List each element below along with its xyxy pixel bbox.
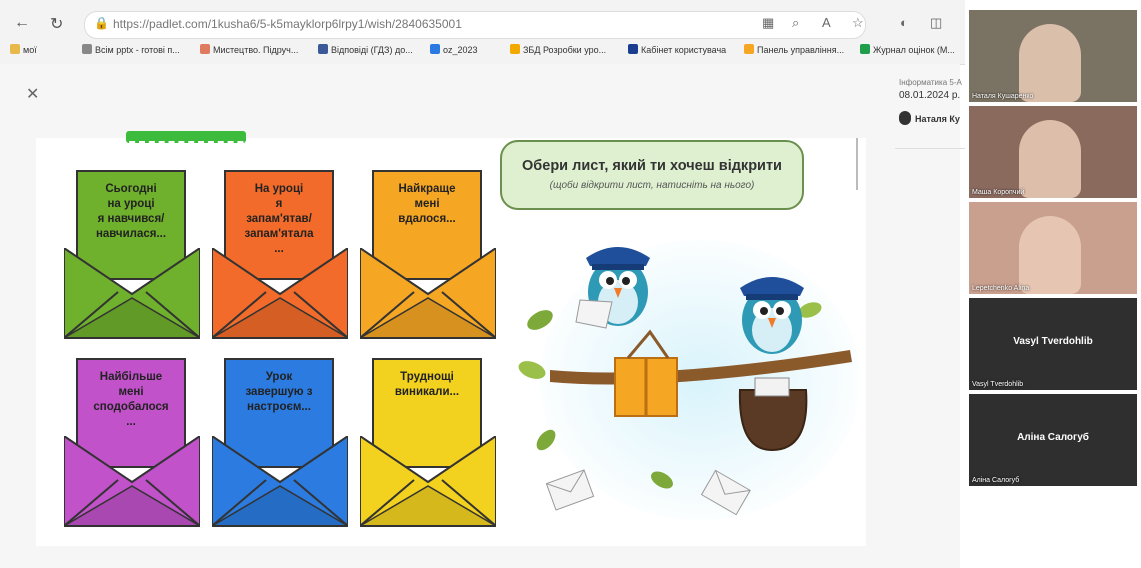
speech-bubble: Обери лист, який ти хочеш відкрити (щоби… [500,140,804,210]
bookmark-favicon-icon [82,44,92,54]
envelope-card[interactable]: На уроці я запам'ятав/ запам'ятала ... [212,170,348,340]
bookmark-label: Журнал оцінок (М... [873,45,955,55]
post-date: 08.01.2024 р. [899,90,961,101]
envelope-label: Найбільше мені сподобалося ... [93,371,169,428]
envelope-label: Труднощі виникали... [394,371,460,398]
envelope-icon [212,436,348,527]
envelope-icon [360,248,496,339]
bookmark-favicon-icon [10,44,20,54]
bookmarks-bar: мої Всім pptx - готові п... Мистецтво. Під… [0,40,960,62]
envelope-card[interactable]: Сьогодні на уроці я навчився/ навчилася.… [64,170,200,340]
bookmark-item[interactable]: Кабінет користувача [628,44,726,55]
split-screen-icon[interactable]: ◫ [930,15,942,31]
address-bar[interactable]: 🔒 https://padlet.com/1kusha6/5-k5mayklor… [84,11,866,39]
participant-tile[interactable]: Lepetchenko Alina [969,202,1137,294]
participant-name: Наталя Кушаренко [972,93,1034,100]
envelope-card[interactable]: Урок завершую з настроєм... [212,358,348,528]
bubble-title: Обери лист, який ти хочеш відкрити [522,158,782,174]
envelope-icon [212,248,348,339]
post-author: Наталя Ку [915,114,960,124]
bookmark-favicon-icon [860,44,870,54]
extension-icon[interactable]: ◐ [900,15,908,30]
postman-birds-illustration [518,240,860,520]
bookmark-favicon-icon [318,44,328,54]
envelope-icon [64,248,200,339]
read-aloud-icon[interactable]: A [822,15,831,30]
participant-video [1019,120,1081,198]
envelope-card[interactable]: Труднощі виникали... [360,358,496,528]
bookmark-label: ЗБД Розробки уро... [523,45,607,55]
back-icon[interactable]: ← [14,14,30,32]
bookmark-favicon-icon [628,44,638,54]
participant-center-name: Vasyl Tverdohlib [1013,336,1093,347]
participant-video [1019,24,1081,102]
reader-icon[interactable]: ▦ [762,15,774,31]
participant-tile[interactable]: Аліна Салогуб Аліна Салогуб [969,394,1137,486]
participant-tile[interactable]: Vasyl Tverdohlib Vasyl Tverdohlib [969,298,1137,390]
reload-icon[interactable]: ↻ [50,14,63,34]
envelope-card[interactable]: Найкраще мені вдалося... [360,170,496,340]
post-info-panel: Інформатика 5-А 08.01.2024 р. Наталя Ку [895,78,965,158]
participant-video [1019,216,1081,294]
bookmark-label: oz_2023 [443,45,478,55]
bubble-subtitle: (щоби відкрити лист, натисніть на нього) [549,180,755,191]
bookmark-label: Кабінет користувача [641,45,727,55]
bookmark-favicon-icon [510,44,520,54]
bookmark-item[interactable]: oz_2023 [430,44,478,55]
bookmark-label: Відповіді (ГДЗ) до... [331,45,413,55]
video-participants-column: Наталя Кушаренко Маша Коропчий Lepetchenko… [965,0,1141,568]
bookmark-item[interactable]: Журнал оцінок (М... [860,44,955,55]
participant-tile[interactable]: Наталя Кушаренко [969,10,1137,102]
title-strip [126,131,246,143]
envelope-label: Урок завершую з настроєм... [245,371,313,413]
bookmark-favicon-icon [744,44,754,54]
bookmark-favicon-icon [200,44,210,54]
bookmark-item[interactable]: Відповіді (ГДЗ) до... [318,44,413,55]
avatar [899,111,911,125]
envelope-label: Найкраще мені вдалося... [398,183,456,225]
bookmark-label: Панель управління... [757,45,845,55]
bookmark-item[interactable]: ЗБД Розробки уро... [510,44,606,55]
zoom-icon[interactable]: ⌕ [792,15,799,31]
envelope-label: Сьогодні на уроці я навчився/ навчилася.… [95,183,167,240]
close-icon[interactable]: ✕ [26,84,39,104]
bookmark-item[interactable]: Мистецтво. Підруч... [200,44,298,55]
participant-tile[interactable]: Маша Коропчий [969,106,1137,198]
bookmark-item[interactable]: мої [10,44,37,55]
bookmark-label: Всім pptx - готові п... [95,45,180,55]
envelope-card[interactable]: Найбільше мені сподобалося ... [64,358,200,528]
bookmark-item[interactable]: Всім pptx - готові п... [82,44,180,55]
lock-icon: 🔒 [94,16,109,30]
bookmark-favicon-icon [430,44,440,54]
participant-name: Vasyl Tverdohlib [972,381,1024,388]
bookmark-item[interactable]: Панель управління... [744,44,844,55]
favorite-star-icon[interactable]: ☆ [852,15,864,31]
divider [895,148,965,149]
scroll-divider [856,138,858,190]
envelope-label: На уроці я запам'ятав/ запам'ятала ... [244,183,314,255]
bookmark-label: Мистецтво. Підруч... [213,45,299,55]
envelope-icon [64,436,200,527]
bookmark-label: мої [23,45,37,55]
participant-name: Lepetchenko Alina [972,285,1030,292]
envelope-icon [360,436,496,527]
participant-name: Маша Коропчий [972,189,1025,196]
participant-center-name: Аліна Салогуб [1017,432,1089,443]
participant-name: Аліна Салогуб [972,477,1020,484]
post-subtitle: Інформатика 5-А [899,78,962,87]
url-text: https://padlet.com/1kusha6/5-k5mayklorp6… [113,17,462,31]
